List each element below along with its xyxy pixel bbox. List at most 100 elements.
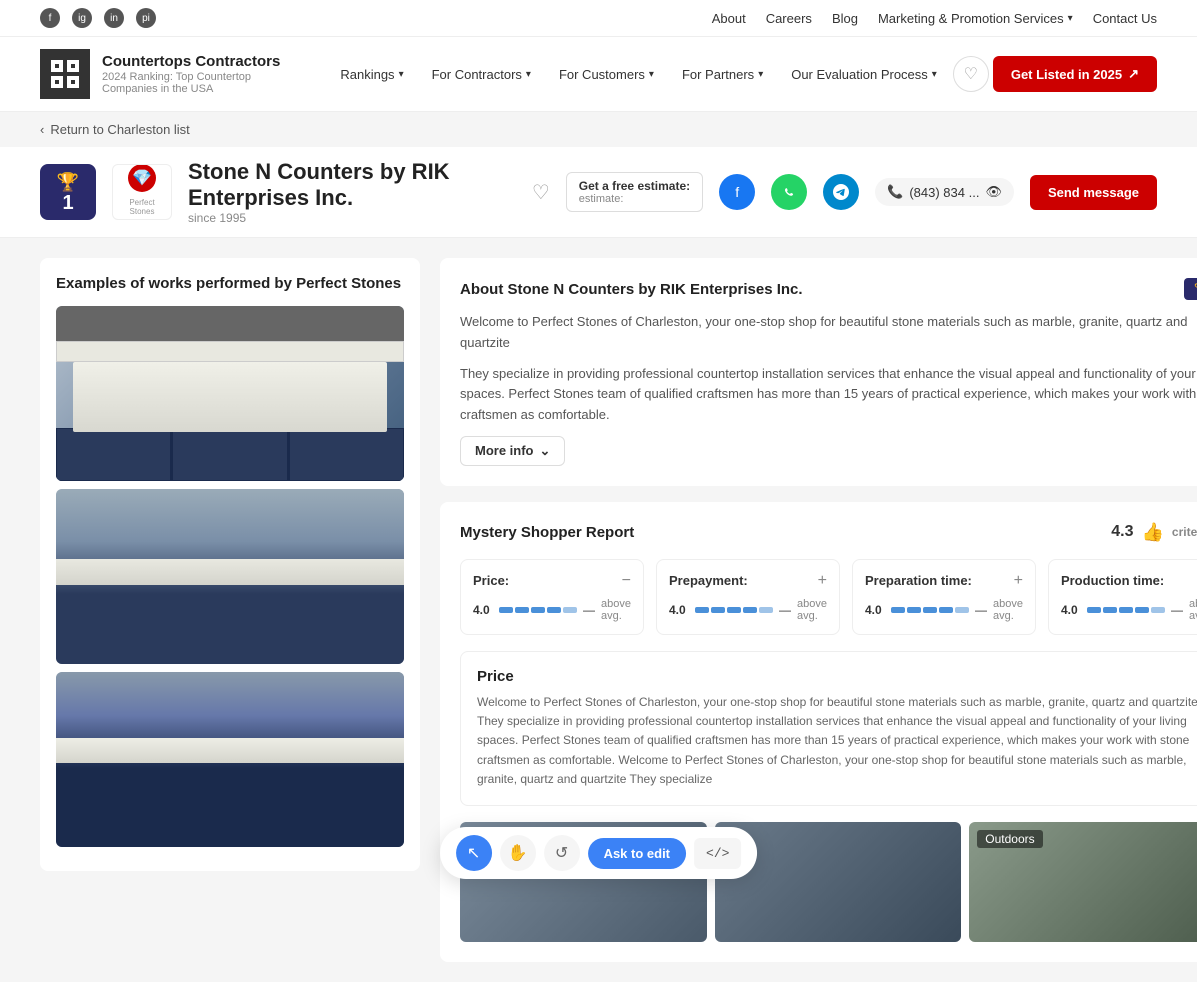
production-bar <box>1087 607 1165 613</box>
bar-s4 <box>547 607 561 613</box>
more-info-button[interactable]: More info ⌄ <box>460 436 565 466</box>
external-link-icon: ↗ <box>1128 66 1139 82</box>
work-image-3 <box>56 672 404 847</box>
production-score-bar: 4.0 — above avg. <box>1061 598 1197 622</box>
price-score-label: above avg. <box>601 598 631 622</box>
send-message-button[interactable]: Send message <box>1030 175 1157 210</box>
nav-rankings[interactable]: Rankings <box>328 59 415 90</box>
price-card-icon[interactable]: − <box>622 572 631 590</box>
business-name: Stone N Counters by RIK Enterprises Inc. <box>188 159 516 211</box>
pinterest-social-icon[interactable]: pi <box>136 8 156 28</box>
facebook-button[interactable]: f <box>719 174 755 210</box>
top-nav-careers[interactable]: Careers <box>766 11 812 26</box>
estimate-box[interactable]: Get a free estimate: estimate: <box>566 172 703 212</box>
kitchen-visual-1 <box>56 306 404 481</box>
linkedin-social-icon[interactable]: in <box>104 8 124 28</box>
favorite-button[interactable]: ♡ <box>532 180 550 205</box>
nav-customers[interactable]: For Customers <box>547 59 666 90</box>
preparation-card-header: Preparation time: + <box>865 572 1023 590</box>
left-panel: Examples of works performed by Perfect S… <box>40 258 420 962</box>
production-score-label: above avg. <box>1189 598 1197 622</box>
nav-partners[interactable]: For Partners <box>670 59 775 90</box>
facebook-social-icon[interactable]: f <box>40 8 60 28</box>
bar-s5 <box>563 607 577 613</box>
price-score-num: 4.0 <box>473 603 493 617</box>
eye-icon[interactable]: 👁 <box>985 184 1002 200</box>
header: Countertops Contractors 2024 Ranking: To… <box>0 37 1197 112</box>
logo-title: Countertops Contractors <box>102 53 282 71</box>
rotate-tool-button[interactable]: ↺ <box>544 835 580 871</box>
logo-tagline: 2024 Ranking: Top Countertop Companies i… <box>102 71 282 95</box>
telegram-button[interactable] <box>823 174 859 210</box>
work-image-1 <box>56 306 404 481</box>
code-button[interactable]: </> <box>694 838 741 869</box>
top-bar: f ig in pi About Careers Blog Marketing … <box>0 0 1197 37</box>
score-cards: Price: − 4.0 — above avg. <box>460 559 1197 635</box>
price-bar <box>499 607 577 613</box>
business-since: since 1995 <box>188 211 516 225</box>
top-nav-about[interactable]: About <box>712 11 746 26</box>
about-rank-badge: 🏆 1 <box>1184 278 1197 300</box>
score-card-preparation: Preparation time: + 4.0 — abo <box>852 559 1036 635</box>
top-nav-contact[interactable]: Contact Us <box>1093 11 1157 26</box>
score-card-prepayment: Prepayment: + 4.0 — above avg <box>656 559 840 635</box>
preparation-score-label: above avg. <box>993 598 1023 622</box>
outdoors-label: Outdoors <box>977 830 1042 848</box>
estimate-label: Get a free estimate: <box>579 179 690 193</box>
get-listed-button[interactable]: Get Listed in 2025 ↗ <box>993 56 1157 92</box>
about-text-2: They specialize in providing professiona… <box>460 364 1197 426</box>
bar-s1 <box>499 607 513 613</box>
price-expanded-panel: Price Welcome to Perfect Stones of Charl… <box>460 651 1197 806</box>
logo-box <box>40 49 90 99</box>
chevron-down-icon: ⌄ <box>540 443 551 459</box>
prepayment-card-title: Prepayment: <box>669 573 748 588</box>
bar-s3 <box>531 607 545 613</box>
ask-to-edit-button[interactable]: Ask to edit <box>588 838 686 869</box>
nav-contractors[interactable]: For Contractors <box>420 59 543 90</box>
business-header: 🏆 1 💎 Perfect Stones Stone N Counters by… <box>0 147 1197 238</box>
work-image-2 <box>56 489 404 664</box>
bar-s2 <box>515 607 529 613</box>
wishlist-button[interactable]: ♡ <box>953 56 989 92</box>
toolbar: ↖ ✋ ↺ Ask to edit </> <box>440 827 758 879</box>
prepayment-score-bar: 4.0 — above avg. <box>669 598 827 622</box>
score-card-production: Production time: + 4.0 — abov <box>1048 559 1197 635</box>
pan-tool-button[interactable]: ✋ <box>500 835 536 871</box>
phone-box[interactable]: 📞 (843) 834 ... 👁 <box>875 178 1014 206</box>
trophy-icon: 🏆 <box>57 172 79 193</box>
production-card-title: Production time: <box>1061 573 1164 588</box>
cursor-tool-button[interactable]: ↖ <box>456 835 492 871</box>
nav-evaluation[interactable]: Our Evaluation Process <box>779 59 949 90</box>
logo-area: Countertops Contractors 2024 Ranking: To… <box>40 49 282 99</box>
price-score-bar: 4.0 — above avg. <box>473 598 631 622</box>
rank-number: 1 <box>62 193 73 213</box>
top-nav-blog[interactable]: Blog <box>832 11 858 26</box>
works-title: Examples of works performed by Perfect S… <box>56 274 404 294</box>
prepayment-card-icon[interactable]: + <box>818 572 827 590</box>
instagram-social-icon[interactable]: ig <box>72 8 92 28</box>
logo-icon <box>49 58 81 90</box>
preparation-card-icon[interactable]: + <box>1014 572 1023 590</box>
whatsapp-button[interactable] <box>771 174 807 210</box>
score-card-price-header: Price: − <box>473 572 631 590</box>
criteria-label: criteria: 11 <box>1172 525 1197 539</box>
preparation-score-num: 4.0 <box>865 603 885 617</box>
price-card-title: Price: <box>473 573 509 588</box>
about-text-1: Welcome to Perfect Stones of Charleston,… <box>460 312 1197 354</box>
top-nav: About Careers Blog Marketing & Promotion… <box>712 11 1157 26</box>
about-section: About Stone N Counters by RIK Enterprise… <box>440 258 1197 486</box>
breadcrumb-label[interactable]: Return to Charleston list <box>50 122 189 137</box>
about-header: About Stone N Counters by RIK Enterprise… <box>460 278 1197 300</box>
price-expanded-text: Welcome to Perfect Stones of Charleston,… <box>477 693 1197 789</box>
prepayment-score-label: above avg. <box>797 598 827 622</box>
prepayment-score-num: 4.0 <box>669 603 689 617</box>
estimate-subtext: estimate: <box>579 193 690 205</box>
bottom-image-outdoors: Outdoors <box>969 822 1197 942</box>
mystery-score-value: 4.3 <box>1111 523 1133 541</box>
preparation-card-title: Preparation time: <box>865 573 972 588</box>
top-nav-marketing[interactable]: Marketing & Promotion Services <box>878 11 1073 26</box>
mystery-score: 4.3 👍 criteria: 11 <box>1111 522 1197 543</box>
prepayment-card-header: Prepayment: + <box>669 572 827 590</box>
social-links: f ig in pi <box>40 8 156 28</box>
kitchen-visual-3 <box>56 672 404 847</box>
